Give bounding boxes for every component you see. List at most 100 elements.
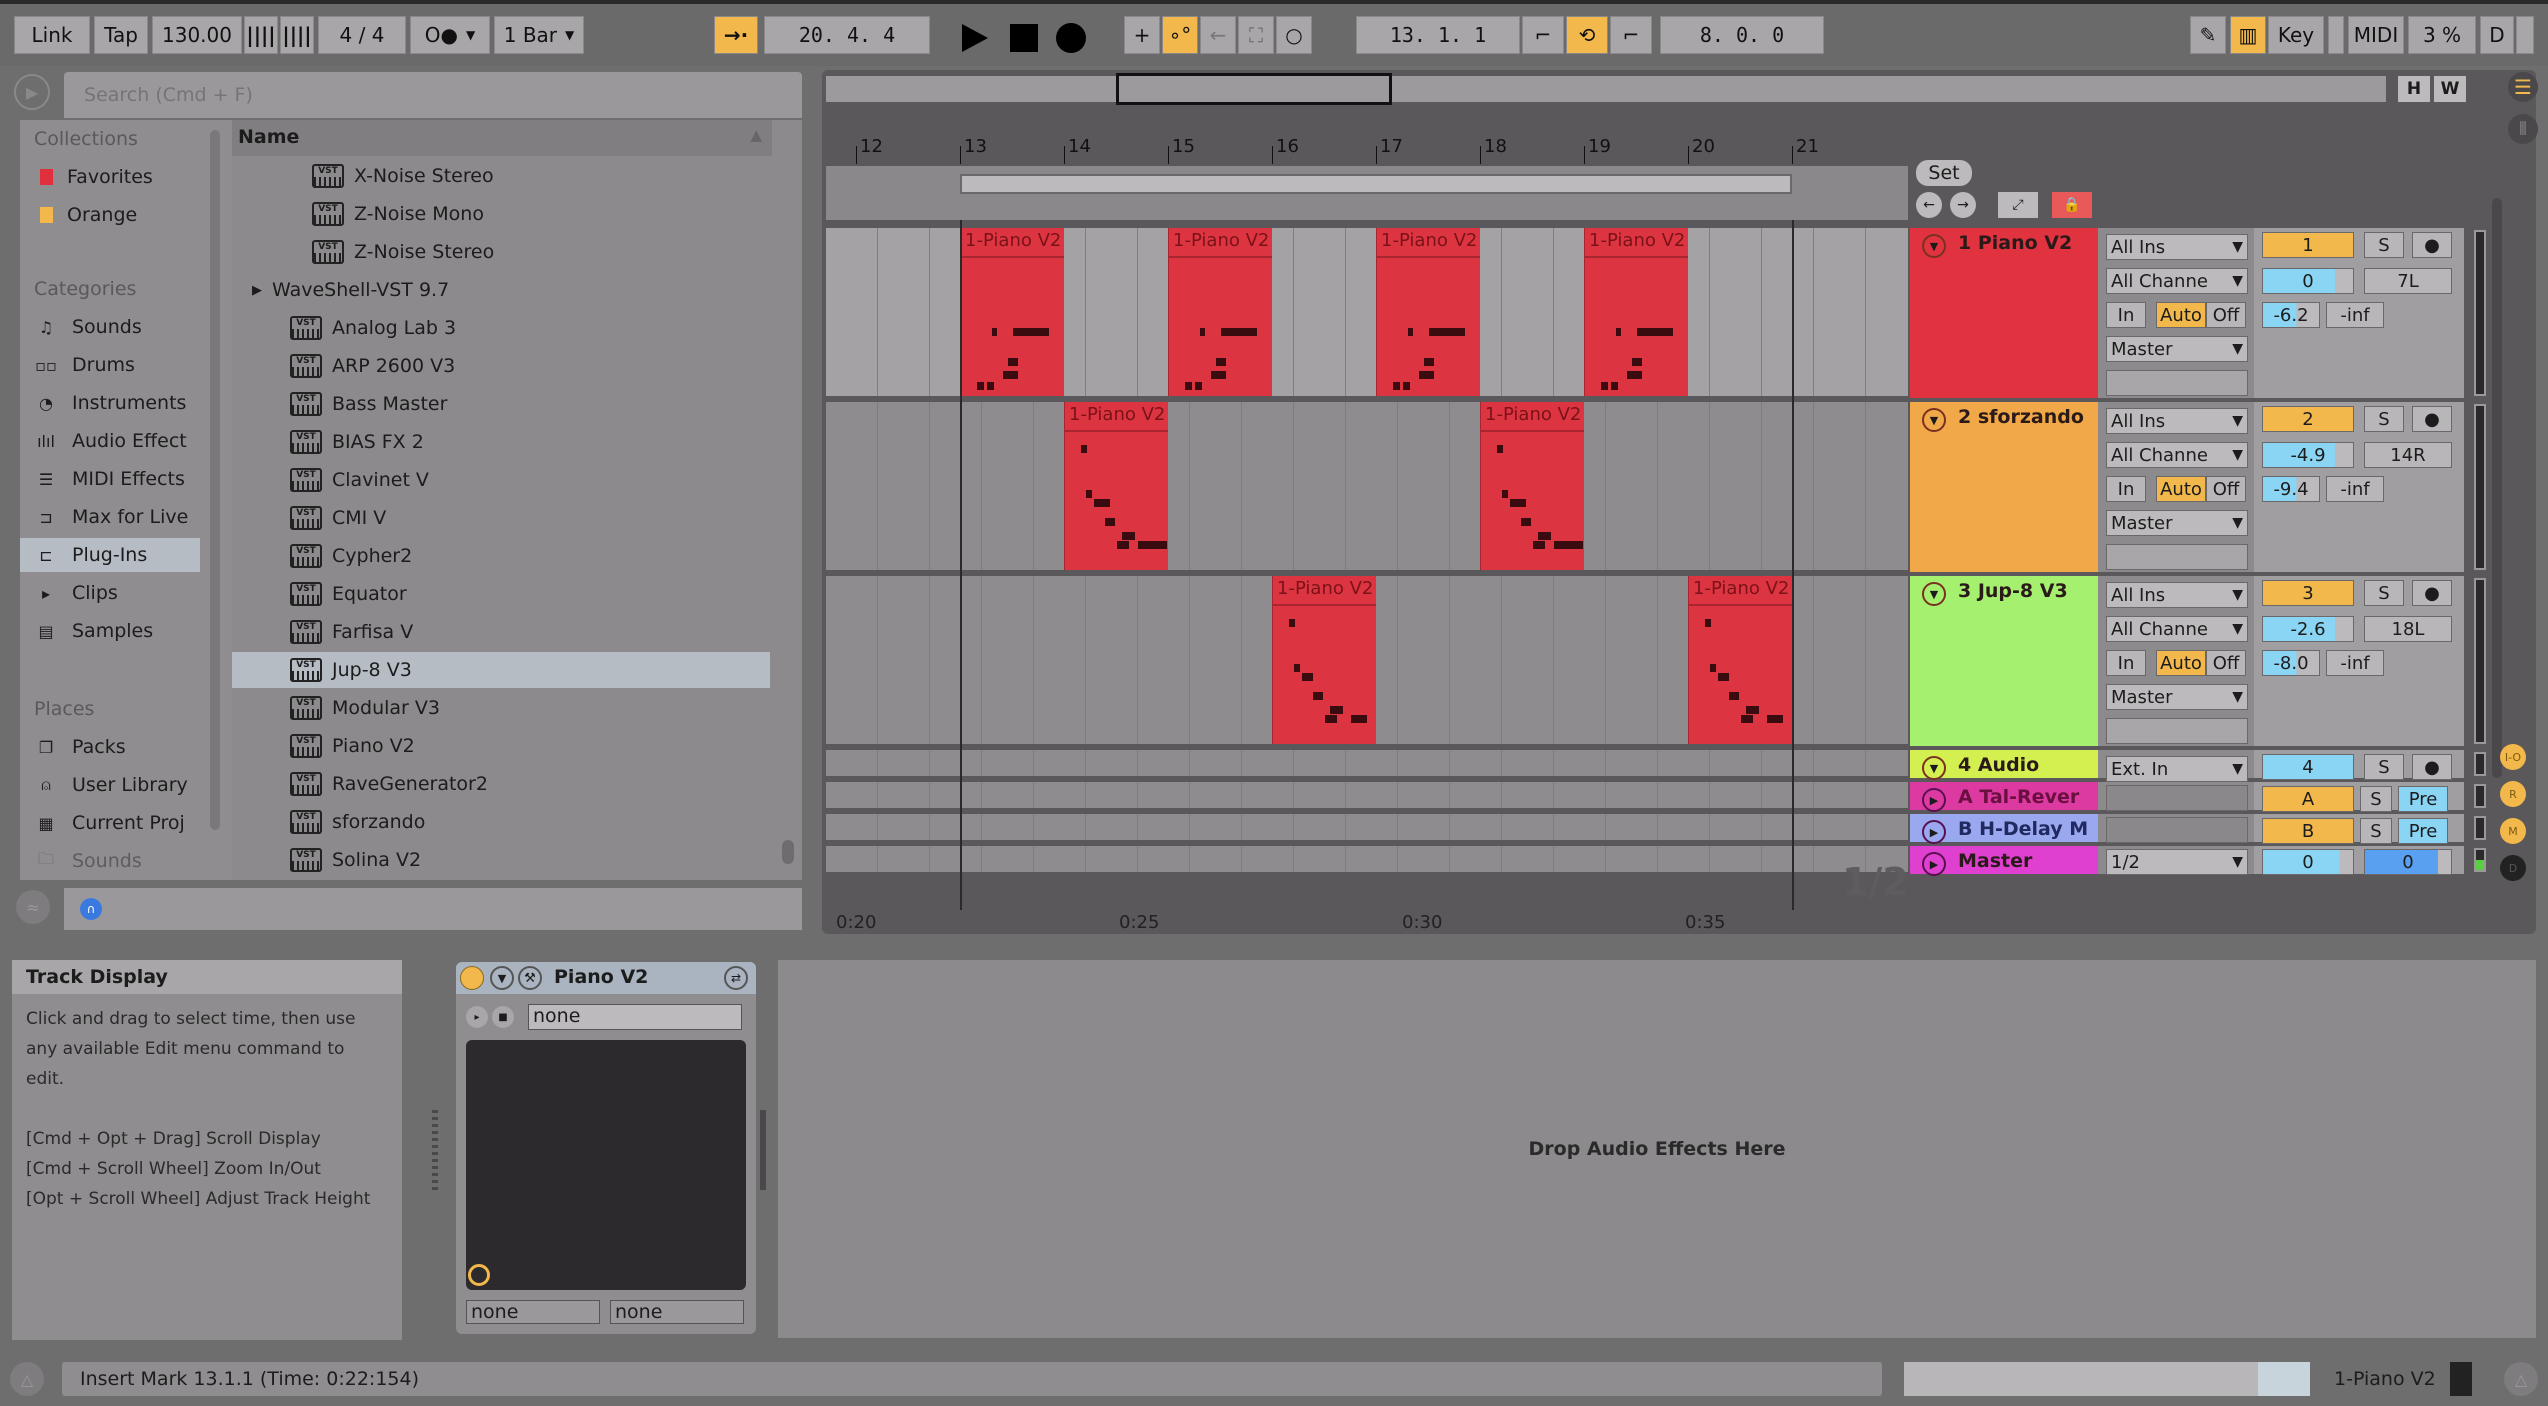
headphones-preview-icon[interactable]: ∩ xyxy=(80,898,102,920)
tap-tempo-button[interactable]: Tap xyxy=(94,16,148,54)
open-preset-icon[interactable]: ▸ xyxy=(466,1006,488,1028)
track-lane[interactable] xyxy=(826,846,1908,878)
monitor-auto-button[interactable]: Auto xyxy=(2156,302,2206,328)
sidebar-item-current-project[interactable]: ▦ Current Proj xyxy=(20,806,200,840)
midi-clip[interactable]: 1-Piano V2 xyxy=(1376,228,1480,396)
save-preset-icon[interactable]: ■ xyxy=(492,1006,514,1028)
fit-width-button[interactable]: W xyxy=(2434,76,2466,102)
stop-icon[interactable] xyxy=(1010,24,1038,52)
track-lane[interactable] xyxy=(826,782,1908,814)
midi-clip[interactable]: 1-Piano V2 xyxy=(1064,402,1168,570)
send-b-slider[interactable]: -inf xyxy=(2326,476,2384,502)
next-locator-icon[interactable]: → xyxy=(1950,192,1976,218)
input-type-select[interactable]: Ext. In ▼ xyxy=(2106,756,2248,782)
input-channel-select[interactable]: All Channe ▼ xyxy=(2106,442,2248,468)
midi-clip[interactable]: 1-Piano V2 xyxy=(1272,576,1376,744)
solo-button[interactable]: S xyxy=(2360,818,2392,844)
sidebar-item-midi-effects[interactable]: ☰ MIDI Effects xyxy=(20,462,200,496)
groove-pool-icon[interactable]: ≈ xyxy=(16,890,50,924)
expand-track-icon[interactable]: ▶ xyxy=(1922,852,1946,876)
input-channel-select[interactable]: All Channe ▼ xyxy=(2106,268,2248,294)
param-field-b[interactable]: none xyxy=(610,1300,744,1324)
sidebar-item-user-library[interactable]: ⍝ User Library xyxy=(20,768,200,802)
sidebar-item-packs[interactable]: ❐ Packs xyxy=(20,730,200,764)
track-header[interactable]: ▼ 4 Audio xyxy=(1910,750,2098,780)
lock-envelopes-icon[interactable]: 🔒 xyxy=(2052,192,2092,218)
pan-slider[interactable]: 7L xyxy=(2364,268,2452,294)
track-activator-button[interactable]: 1 xyxy=(2262,232,2354,258)
track-header[interactable]: ▶ Master xyxy=(1910,846,2098,876)
midi-clip[interactable]: 1-Piano V2 xyxy=(1168,228,1272,396)
solo-button[interactable]: S xyxy=(2364,754,2404,780)
track-header[interactable]: ▼ 3 Jup-8 V3 xyxy=(1910,576,2098,746)
time-ruler[interactable]: 0:20 0:25 0:30 0:35 xyxy=(826,908,1908,934)
nudge-up-icon[interactable]: |||| xyxy=(280,16,314,54)
output-type-select[interactable]: Master ▼ xyxy=(2106,336,2248,362)
solo-button[interactable]: S xyxy=(2364,232,2404,258)
sidebar-item-drums[interactable]: ▫▫ Drums xyxy=(20,348,200,382)
expand-triangle-icon[interactable]: ▶ xyxy=(252,283,262,298)
sidebar-item-sounds[interactable]: ♫ Sounds xyxy=(20,310,200,344)
output-channel-select[interactable] xyxy=(2106,544,2248,570)
monitor-off-button[interactable]: Off xyxy=(2206,302,2246,328)
time-signature-field[interactable]: 4 / 4 xyxy=(318,16,406,54)
back-to-arrangement-icon[interactable]: ← xyxy=(1200,16,1236,54)
midi-clip[interactable]: 1-Piano V2 xyxy=(1480,402,1584,570)
expand-track-icon[interactable]: ▶ xyxy=(1922,788,1946,812)
sidebar-item-instruments[interactable]: ◔ Instruments xyxy=(20,386,200,420)
pre-post-button[interactable]: Pre xyxy=(2398,786,2448,812)
fold-track-icon[interactable]: ▼ xyxy=(1922,756,1946,780)
show-d-section-button[interactable]: D xyxy=(2500,855,2526,881)
loop-length-field[interactable]: 8. 0. 0 xyxy=(1660,16,1824,54)
plugin-edit-knob-icon[interactable] xyxy=(468,1264,490,1286)
arrangement-position-field[interactable]: 20. 4. 4 xyxy=(764,16,930,54)
track-header[interactable]: ▼ 1 Piano V2 xyxy=(1910,228,2098,398)
pan-slider[interactable]: 18L xyxy=(2364,616,2452,642)
file-list-item[interactable]: VST Modular V3 xyxy=(232,690,770,726)
midi-clip[interactable]: 1-Piano V2 xyxy=(1688,576,1792,744)
file-list-item[interactable]: VST Jup-8 V3 xyxy=(232,652,770,688)
sidebar-item-plug-ins[interactable]: ⊏ Plug-Ins xyxy=(20,538,200,572)
monitor-off-button[interactable]: Off xyxy=(2206,476,2246,502)
file-list-item[interactable]: VST Farfisa V xyxy=(232,614,770,650)
file-list-item[interactable]: VST X-Noise Stereo xyxy=(232,158,770,194)
show-io-section-button[interactable]: I-O xyxy=(2500,744,2526,770)
send-a-slider[interactable]: -6.2 xyxy=(2262,302,2320,328)
previous-locator-icon[interactable]: ← xyxy=(1916,192,1942,218)
volume-slider[interactable]: -4.9 xyxy=(2262,442,2354,468)
show-m-section-button[interactable]: M xyxy=(2500,818,2526,844)
track-activator-button[interactable]: 4 xyxy=(2262,754,2354,780)
midi-clip[interactable]: 1-Piano V2 xyxy=(960,228,1064,396)
send-b-slider[interactable]: -inf xyxy=(2326,650,2384,676)
monitor-off-button[interactable]: Off xyxy=(2206,650,2246,676)
loop-brace-area[interactable] xyxy=(826,166,1908,220)
fold-track-icon[interactable]: ▼ xyxy=(1922,408,1946,432)
show-detail-icon[interactable]: △ xyxy=(10,1362,44,1396)
metronome-button[interactable]: O● ▼ xyxy=(410,16,490,54)
overview-visible-region[interactable] xyxy=(1116,73,1392,105)
track-activator-button[interactable]: A xyxy=(2262,786,2354,812)
track-lane[interactable]: 1-Piano V2 1-Piano V2 1-Piano V2 1-Piano V2 xyxy=(826,228,1908,402)
track-header[interactable]: ▼ 2 sforzando xyxy=(1910,402,2098,572)
set-locator-button[interactable]: Set xyxy=(1916,160,1972,186)
show-r-section-button[interactable]: R xyxy=(2500,781,2526,807)
arm-record-icon[interactable]: ● xyxy=(2412,754,2452,780)
arrangement-overview[interactable] xyxy=(826,73,2386,105)
file-list-item[interactable]: ▶ WaveShell-VST 9.7 xyxy=(232,272,770,308)
file-list-scrollbar[interactable] xyxy=(782,840,794,864)
fit-height-button[interactable]: H xyxy=(2398,76,2430,102)
clip-overview-strip[interactable] xyxy=(1904,1362,2310,1396)
solo-button[interactable]: S xyxy=(2360,786,2392,812)
monitor-auto-button[interactable]: Auto xyxy=(2156,476,2206,502)
track-activator-button[interactable]: 2 xyxy=(2262,406,2354,432)
volume-slider[interactable]: 0 xyxy=(2262,268,2354,294)
loop-switch-icon[interactable]: ⟲ xyxy=(1566,16,1608,54)
file-list-item[interactable]: VST Z-Noise Stereo xyxy=(232,234,770,270)
arm-monitor-icon[interactable]: ● xyxy=(2412,232,2452,258)
session-view-icon[interactable]: ⦀ xyxy=(2508,114,2538,144)
input-type-select[interactable]: All Ins ▼ xyxy=(2106,234,2248,260)
file-list-item[interactable]: VST RaveGenerator2 xyxy=(232,766,770,802)
master-pan-slider[interactable]: 0 xyxy=(2364,849,2452,875)
param-field-a[interactable]: none xyxy=(466,1300,600,1324)
automation-toggle-icon[interactable]: ⤢ xyxy=(1998,192,2038,218)
